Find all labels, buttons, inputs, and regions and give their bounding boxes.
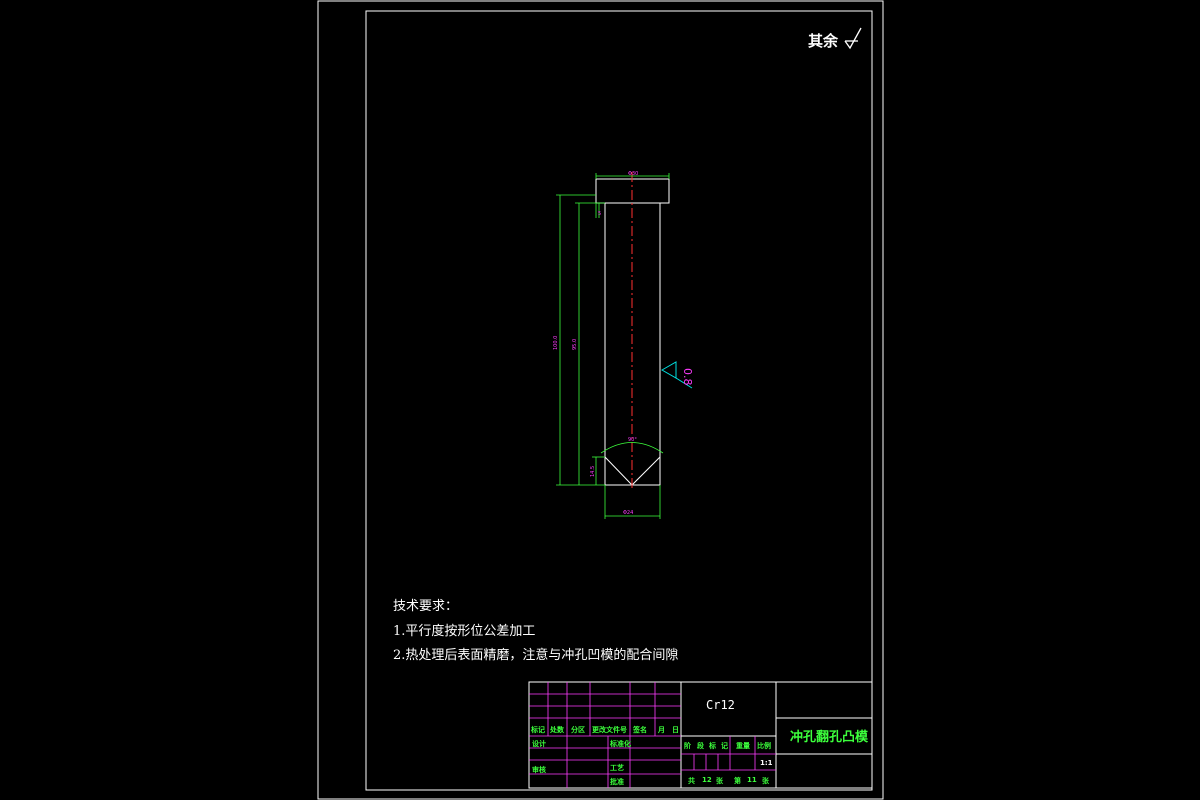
dim-head-height: 5: [598, 211, 601, 217]
tb-total-suffix: 张: [716, 777, 723, 785]
tb-scale-label: 比例: [757, 742, 771, 750]
material-value: Cr12: [706, 698, 735, 712]
tb-sheet-no: 11: [747, 776, 757, 784]
surface-finish-value: 0.8: [681, 368, 694, 386]
tech-requirements-title: 技术要求：: [393, 599, 459, 614]
tb-review-label: 审核: [532, 766, 546, 774]
tb-total-prefix: 共: [688, 777, 695, 785]
drawing-sheet: Φ30 5 100.0 95.0 14.5 Φ24 90° 0.8: [317, 0, 884, 800]
tb-stage-2: 段: [697, 742, 704, 750]
tech-requirement-1: 1.平行度按形位公差加工: [393, 624, 536, 639]
tb-scale-value: 1:1: [760, 759, 773, 767]
tb-sheet-suffix: 张: [762, 777, 769, 785]
tb-header-zone: 分区: [571, 726, 585, 734]
tb-header-day: 日: [672, 726, 679, 734]
dim-point-length: 14.5: [590, 466, 596, 477]
tb-weight-label: 重量: [736, 742, 750, 750]
dim-shank-length: 95.0: [572, 339, 578, 350]
part-name: 冲孔翻孔凸模: [790, 730, 869, 745]
dim-total-length: 100.0: [553, 336, 559, 350]
tb-header-count: 处数: [550, 726, 564, 734]
tech-requirement-2: 2.热处理后表面精磨，注意与冲孔凹模的配合间隙: [393, 648, 679, 663]
outer-border: [317, 0, 884, 800]
tb-design-label: 设计: [532, 740, 546, 748]
dim-shank-diameter: Φ24: [623, 510, 633, 516]
tb-total-sheets: 12: [702, 776, 712, 784]
tb-header-signature: 签名: [633, 726, 647, 734]
roughness-note: 其余: [808, 32, 839, 50]
tb-approve-label: 批准: [610, 778, 624, 786]
dim-point-angle: 90°: [628, 437, 637, 443]
tb-header-change-doc: 更改文件号: [592, 726, 627, 734]
dim-head-diameter: Φ30: [628, 171, 638, 177]
surface-finish-symbol-icon: [844, 27, 862, 50]
tb-stage-1: 阶: [684, 742, 691, 750]
inner-border: [365, 10, 873, 791]
tb-stage-4: 记: [721, 742, 728, 750]
tb-process-label: 工艺: [610, 764, 624, 772]
tb-standardize-label: 标准化: [610, 740, 631, 748]
tb-header-month: 月: [658, 726, 665, 734]
tb-stage-3: 标: [709, 742, 716, 750]
tb-header-mark: 标记: [531, 726, 545, 734]
tb-sheet-prefix: 第: [734, 777, 741, 785]
